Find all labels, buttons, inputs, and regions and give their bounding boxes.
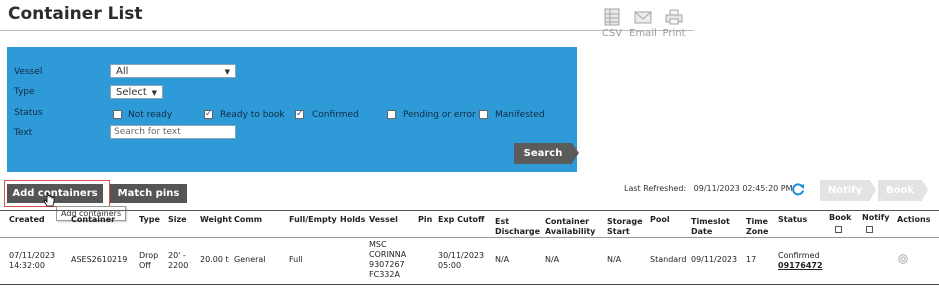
table-bottom-border <box>0 284 939 285</box>
col-container-availability[interactable]: Container Availability <box>545 217 595 237</box>
last-refreshed-label: Last Refreshed: <box>624 184 687 193</box>
last-refreshed: Last Refreshed: 09/11/2023 02:45:20 PM <box>624 184 793 193</box>
cell-vessel: MSC CORINNA 9307267 FC332A <box>369 240 407 279</box>
focus-highlight <box>4 180 110 207</box>
col-comm[interactable]: Comm <box>234 215 262 225</box>
cell-container-availability: N/A <box>545 255 560 264</box>
status-label: Status <box>14 108 43 118</box>
search-placeholder: Search for text <box>114 127 181 137</box>
row-action-icon[interactable] <box>898 254 908 264</box>
col-time-zone[interactable]: Time Zone <box>746 217 768 237</box>
status-reference-link[interactable]: 09176472 <box>778 261 823 271</box>
vessel-value: All <box>116 66 129 77</box>
col-exp-cutoff[interactable]: Exp Cutoff <box>438 215 485 225</box>
status-ready-to-book-checkbox[interactable]: ✓ <box>204 110 213 119</box>
print-label: Print <box>662 28 686 39</box>
col-created[interactable]: Created <box>9 215 45 225</box>
email-icon <box>634 11 652 24</box>
match-pins-button[interactable]: Match pins <box>110 184 187 203</box>
table-header-divider <box>0 237 939 238</box>
col-type[interactable]: Type <box>139 215 160 225</box>
text-label: Text <box>14 128 33 138</box>
csv-export[interactable]: CSV <box>597 8 627 39</box>
filter-panel: Vessel All ▼ Type Select ▼ Status Not re… <box>7 47 579 172</box>
vessel-label: Vessel <box>14 67 43 77</box>
page-title: Container List <box>8 4 143 24</box>
col-book: Book <box>829 213 852 222</box>
notify-button[interactable]: Notify <box>820 180 876 201</box>
status-option-label: Not ready <box>128 110 173 120</box>
cell-container: ASES2610219 <box>71 255 128 264</box>
cell-created: 07/11/2023 14:32:00 <box>9 251 56 270</box>
cell-exp-cutoff: 30/11/2023 05:00 <box>438 251 485 270</box>
status-manifested-checkbox[interactable] <box>479 110 488 119</box>
type-label: Type <box>14 87 35 97</box>
search-button[interactable]: Search <box>514 143 579 164</box>
col-actions: Actions <box>897 215 931 224</box>
cell-type: Drop Off <box>139 251 159 270</box>
book-button[interactable]: Book <box>878 180 928 201</box>
refresh-icon[interactable] <box>791 182 805 196</box>
cell-timeslot-date: 09/11/2023 <box>691 255 738 264</box>
cell-comm: General <box>234 255 266 264</box>
cell-pool: Standard <box>650 255 687 264</box>
type-select[interactable]: Select ▼ <box>110 85 163 99</box>
cell-est-discharge: N/A <box>495 255 510 264</box>
email-label: Email <box>629 28 657 39</box>
email-export[interactable]: Email <box>628 8 658 39</box>
book-all-checkbox[interactable] <box>835 226 842 233</box>
col-holds[interactable]: Holds <box>340 215 365 225</box>
hand-cursor-icon <box>43 193 55 207</box>
status-confirmed-checkbox[interactable]: ✓ <box>295 110 304 119</box>
col-status[interactable]: Status <box>778 215 807 225</box>
cell-storage-start: N/A <box>607 255 622 264</box>
cell-full-empty: Full <box>289 255 303 264</box>
cell-time-zone: 17 <box>746 255 757 264</box>
col-vessel[interactable]: Vessel <box>369 215 398 225</box>
col-pool[interactable]: Pool <box>650 215 670 225</box>
cell-weight: 20.00 t <box>200 255 229 264</box>
status-option-label: Pending or error <box>403 110 476 120</box>
search-text-input[interactable]: Search for text <box>110 125 236 139</box>
cell-status: Confirmed <box>778 251 820 260</box>
status-pending-checkbox[interactable] <box>387 110 396 119</box>
type-value: Select <box>116 87 147 98</box>
col-timeslot-date[interactable]: Timeslot Date <box>691 217 730 237</box>
title-divider <box>0 30 694 31</box>
col-container[interactable]: Container <box>71 215 115 225</box>
col-storage-start[interactable]: Storage Start <box>607 217 643 237</box>
status-option-label: Manifested <box>495 110 545 120</box>
print-export[interactable]: Print <box>659 8 689 39</box>
col-weight[interactable]: Weight <box>200 215 232 225</box>
print-icon <box>665 9 683 25</box>
status-option-label: Confirmed <box>312 110 359 120</box>
csv-icon <box>604 8 620 26</box>
cell-size: 20' - 2200 <box>168 251 189 270</box>
col-notify: Notify <box>862 213 890 222</box>
chevron-down-icon: ▼ <box>151 89 157 97</box>
csv-label: CSV <box>601 28 623 39</box>
col-full-empty[interactable]: Full/Empty <box>289 215 337 225</box>
col-pin[interactable]: Pin <box>418 215 432 225</box>
chevron-down-icon: ▼ <box>224 68 230 76</box>
last-refreshed-value: 09/11/2023 02:45:20 PM <box>693 184 793 193</box>
col-est-discharge[interactable]: Est Discharge <box>495 217 540 237</box>
status-not-ready-checkbox[interactable] <box>113 110 122 119</box>
col-size[interactable]: Size <box>168 215 187 225</box>
status-option-label: Ready to book <box>220 110 285 120</box>
notify-all-checkbox[interactable] <box>866 226 873 233</box>
table-top-border <box>0 210 939 211</box>
vessel-select[interactable]: All ▼ <box>110 64 236 78</box>
